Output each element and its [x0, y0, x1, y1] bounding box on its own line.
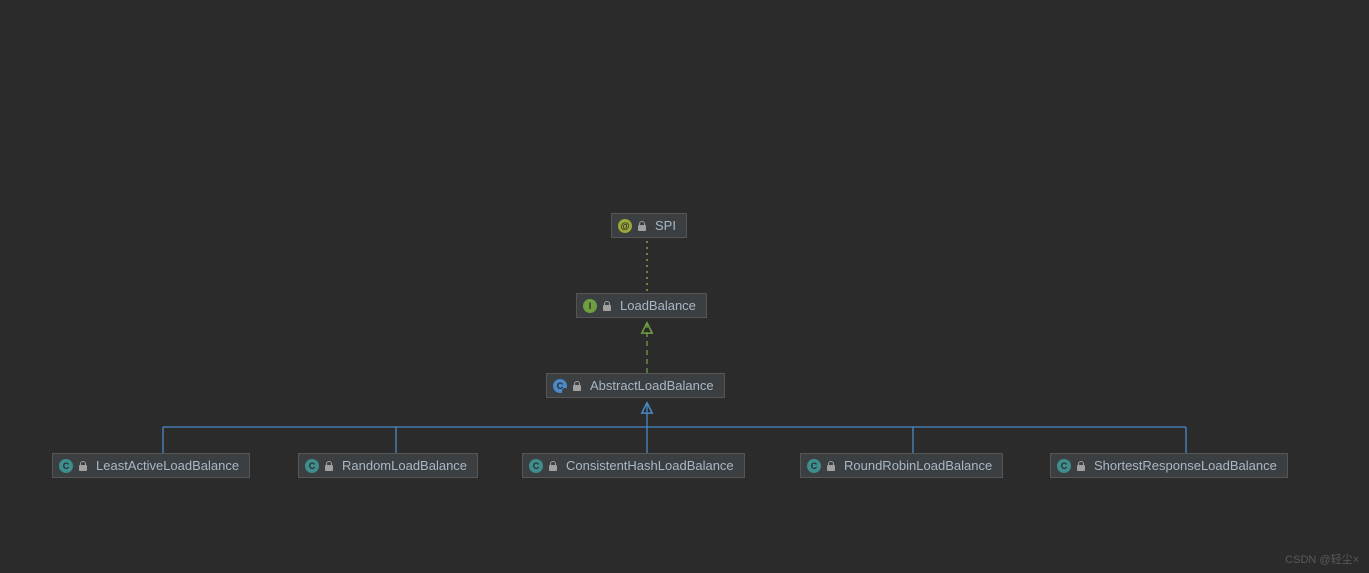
node-label: RandomLoadBalance [342, 458, 467, 473]
class-node-random[interactable]: C RandomLoadBalance [298, 453, 478, 478]
class-icon: C [1057, 459, 1071, 473]
class-node-loadbalance[interactable]: I LoadBalance [576, 293, 707, 318]
node-label: LeastActiveLoadBalance [96, 458, 239, 473]
interface-icon: I [583, 299, 597, 313]
abstract-class-icon: C [553, 379, 567, 393]
lock-icon [826, 461, 836, 471]
lock-icon [572, 381, 582, 391]
class-icon: C [305, 459, 319, 473]
lock-icon [78, 461, 88, 471]
class-node-consistenthash[interactable]: C ConsistentHashLoadBalance [522, 453, 745, 478]
class-node-leastactive[interactable]: C LeastActiveLoadBalance [52, 453, 250, 478]
node-label: RoundRobinLoadBalance [844, 458, 992, 473]
node-label: ConsistentHashLoadBalance [566, 458, 734, 473]
annotation-icon: @ [618, 219, 632, 233]
node-label: AbstractLoadBalance [590, 378, 714, 393]
node-label: LoadBalance [620, 298, 696, 313]
diagram-connectors [0, 0, 1369, 573]
class-icon: C [529, 459, 543, 473]
class-node-shortestresponse[interactable]: C ShortestResponseLoadBalance [1050, 453, 1288, 478]
lock-icon [548, 461, 558, 471]
lock-icon [602, 301, 612, 311]
class-node-abstractloadbalance[interactable]: C AbstractLoadBalance [546, 373, 725, 398]
class-icon: C [59, 459, 73, 473]
lock-icon [324, 461, 334, 471]
lock-icon [1076, 461, 1086, 471]
class-node-roundrobin[interactable]: C RoundRobinLoadBalance [800, 453, 1003, 478]
node-label: ShortestResponseLoadBalance [1094, 458, 1277, 473]
class-icon: C [807, 459, 821, 473]
node-label: SPI [655, 218, 676, 233]
watermark-text: CSDN @轻尘× [1285, 551, 1359, 567]
class-node-spi[interactable]: @ SPI [611, 213, 687, 238]
lock-icon [637, 221, 647, 231]
